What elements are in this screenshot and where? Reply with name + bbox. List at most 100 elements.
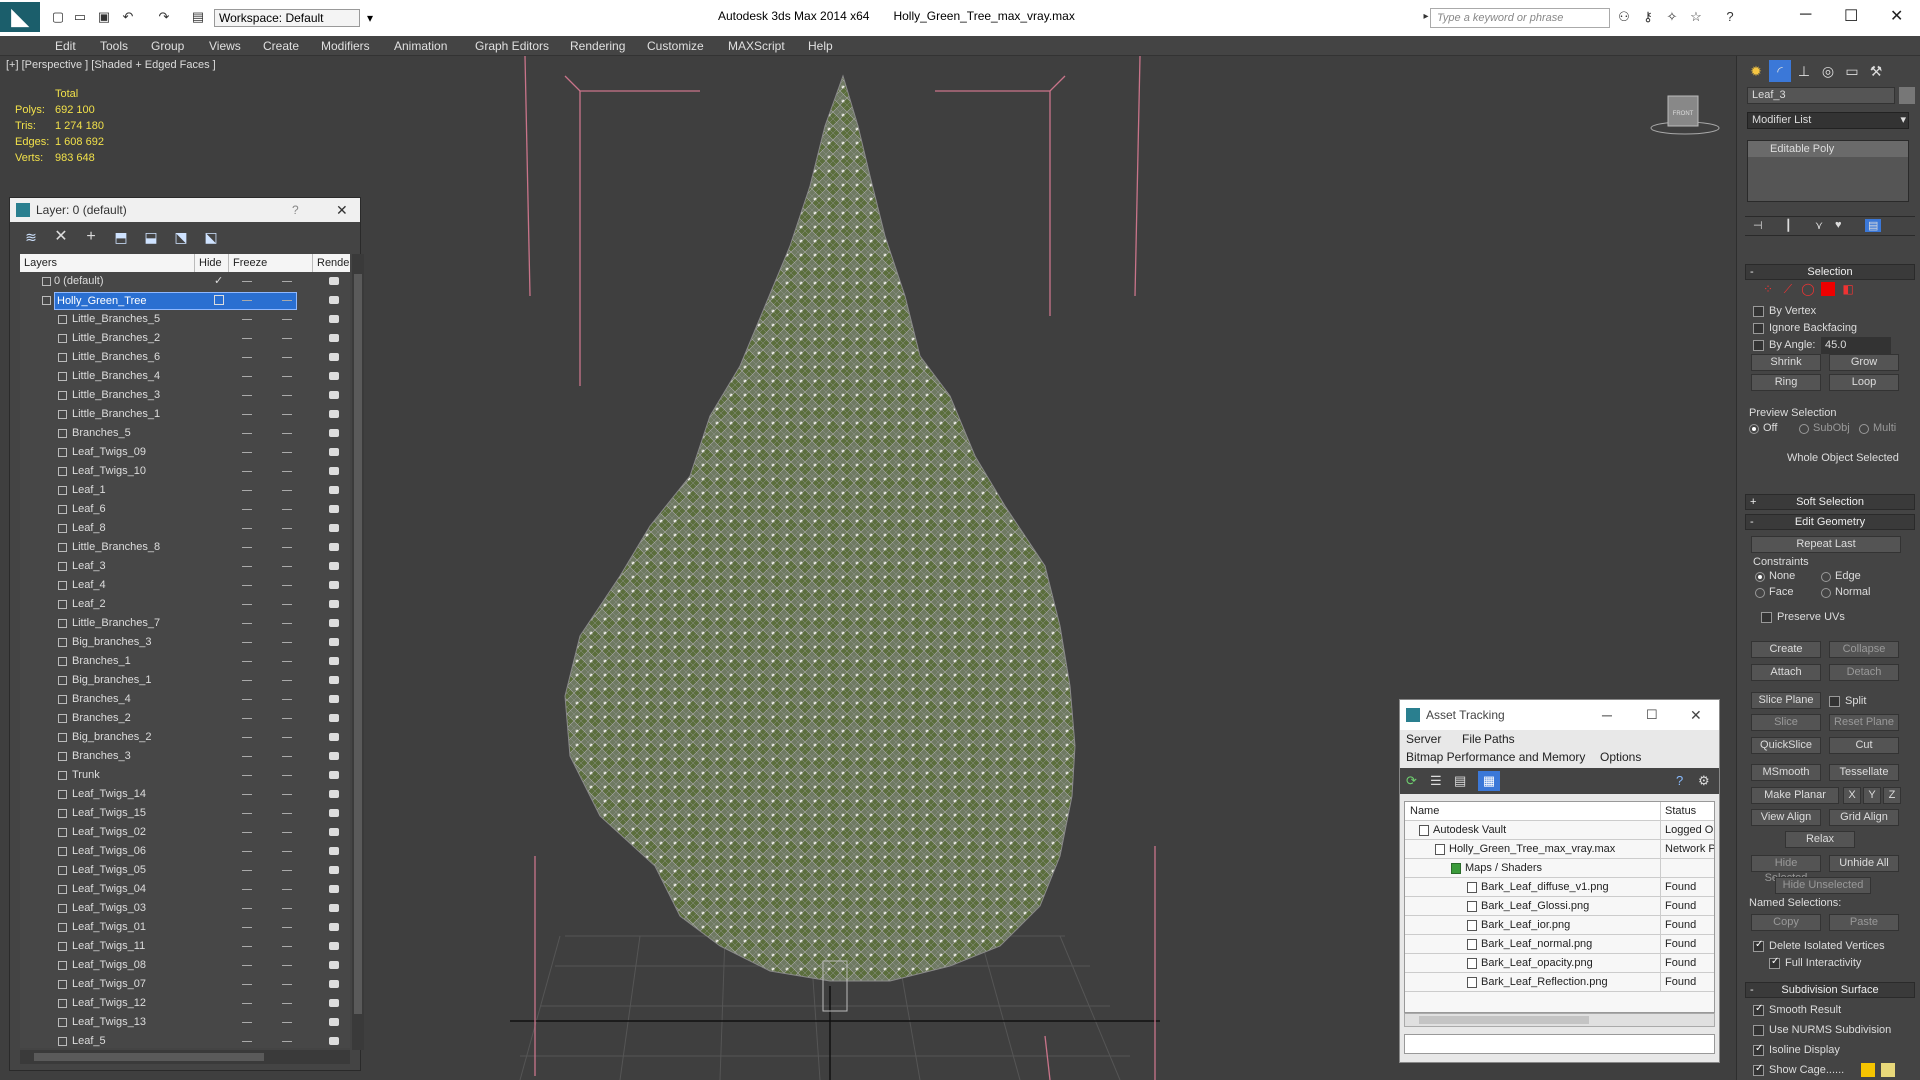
- render-teapot-icon[interactable]: [329, 524, 339, 532]
- asset-path-field[interactable]: [1404, 1034, 1715, 1054]
- render-teapot-icon[interactable]: [329, 315, 339, 323]
- layer-row[interactable]: Little_Branches_1: [20, 405, 350, 424]
- slice-plane-button[interactable]: Slice Plane: [1751, 692, 1821, 709]
- unhide-all-button[interactable]: Unhide All: [1829, 855, 1899, 872]
- binoculars-icon[interactable]: ⚇: [1616, 9, 1632, 25]
- add-selected-icon[interactable]: ⬒: [112, 228, 130, 246]
- freeze-toggle[interactable]: [282, 376, 292, 377]
- edit-geometry-rollout[interactable]: - Edit Geometry: [1745, 514, 1915, 530]
- star-icon[interactable]: ☆: [1688, 9, 1704, 25]
- freeze-toggle[interactable]: [282, 737, 292, 738]
- freeze-toggle[interactable]: [282, 566, 292, 567]
- layer-row[interactable]: Leaf_Twigs_05: [20, 861, 350, 880]
- edge-icon[interactable]: ⟋: [1781, 282, 1795, 296]
- asset-horizontal-scrollbar[interactable]: [1404, 1013, 1715, 1027]
- freeze-toggle[interactable]: [282, 414, 292, 415]
- hide-toggle[interactable]: [242, 395, 252, 396]
- hide-toggle[interactable]: [242, 889, 252, 890]
- layer-row[interactable]: Big_branches_3: [20, 633, 350, 652]
- workspace-dropdown[interactable]: Workspace: Default ▾: [214, 9, 373, 27]
- hide-toggle[interactable]: [242, 623, 252, 624]
- freeze-toggle[interactable]: [282, 718, 292, 719]
- maximize-icon[interactable]: ☐: [1646, 700, 1658, 730]
- freeze-toggle[interactable]: [282, 623, 292, 624]
- hide-toggle[interactable]: [242, 319, 252, 320]
- by-angle-checkbox[interactable]: [1753, 340, 1764, 351]
- grow-button[interactable]: Grow: [1829, 354, 1899, 371]
- layer-row[interactable]: Leaf_8: [20, 519, 350, 538]
- hide-toggle[interactable]: [242, 490, 252, 491]
- delete-layer-icon[interactable]: ✕: [52, 228, 70, 246]
- hide-toggle[interactable]: [242, 680, 252, 681]
- render-teapot-icon[interactable]: [329, 429, 339, 437]
- menu-item-tools[interactable]: Tools: [100, 39, 128, 53]
- constraint-none-radio[interactable]: [1755, 572, 1765, 582]
- render-teapot-icon[interactable]: [329, 1037, 339, 1045]
- layer-row[interactable]: Leaf_5: [20, 1032, 350, 1048]
- menu-item-create[interactable]: Create: [263, 39, 299, 53]
- freeze-toggle[interactable]: [282, 699, 292, 700]
- render-teapot-icon[interactable]: [329, 296, 339, 304]
- pin-stack-icon[interactable]: ⊣: [1753, 219, 1763, 232]
- display-tab-icon[interactable]: ▭: [1841, 60, 1863, 82]
- app-logo-icon[interactable]: ◣: [0, 2, 40, 32]
- freeze-toggle[interactable]: [282, 984, 292, 985]
- hide-all-icon[interactable]: ⬕: [202, 228, 220, 246]
- menu-item-edit[interactable]: Edit: [55, 39, 76, 53]
- subdivision-surface-rollout[interactable]: - Subdivision Surface: [1745, 982, 1915, 998]
- shrink-button[interactable]: Shrink: [1751, 354, 1821, 371]
- render-teapot-icon[interactable]: [329, 923, 339, 931]
- relax-button[interactable]: Relax: [1785, 831, 1855, 848]
- table-view-icon[interactable]: ▦: [1478, 771, 1500, 791]
- layer-row[interactable]: Little_Branches_2: [20, 329, 350, 348]
- hide-unselected-button[interactable]: Hide Unselected: [1775, 877, 1871, 894]
- col-name[interactable]: Name: [1410, 802, 1439, 821]
- freeze-toggle[interactable]: [282, 509, 292, 510]
- freeze-toggle[interactable]: [282, 357, 292, 358]
- planar-x-button[interactable]: X: [1843, 787, 1861, 804]
- hide-toggle[interactable]: [242, 452, 252, 453]
- hide-toggle[interactable]: [242, 585, 252, 586]
- hide-toggle[interactable]: [242, 566, 252, 567]
- freeze-toggle[interactable]: [282, 471, 292, 472]
- detach-button[interactable]: Detach: [1829, 664, 1899, 681]
- menu-item-graph-editors[interactable]: Graph Editors: [475, 39, 549, 53]
- layer-row[interactable]: Leaf_Twigs_03: [20, 899, 350, 918]
- tree-view-icon[interactable]: ▤: [1454, 773, 1466, 789]
- render-teapot-icon[interactable]: [329, 695, 339, 703]
- settings-icon[interactable]: ⚙: [1698, 773, 1710, 789]
- render-teapot-icon[interactable]: [329, 353, 339, 361]
- hide-selected-button[interactable]: Hide Selected: [1751, 855, 1821, 884]
- hide-toggle[interactable]: [242, 642, 252, 643]
- hide-toggle[interactable]: [242, 1022, 252, 1023]
- attach-button[interactable]: Attach: [1751, 664, 1821, 681]
- motion-tab-icon[interactable]: ◎: [1817, 60, 1839, 82]
- isoline-display-checkbox[interactable]: [1753, 1043, 1764, 1056]
- menu-options[interactable]: Options: [1600, 750, 1641, 764]
- layer-row[interactable]: Leaf_4: [20, 576, 350, 595]
- freeze-toggle[interactable]: [282, 965, 292, 966]
- modifier-list-dropdown[interactable]: Modifier List ▾: [1747, 112, 1909, 129]
- render-teapot-icon[interactable]: [329, 714, 339, 722]
- render-teapot-icon[interactable]: [329, 904, 339, 912]
- grid-align-button[interactable]: Grid Align: [1829, 809, 1899, 826]
- view-align-button[interactable]: View Align: [1751, 809, 1821, 826]
- hide-toggle[interactable]: [242, 471, 252, 472]
- render-teapot-icon[interactable]: [329, 733, 339, 741]
- render-teapot-icon[interactable]: [329, 543, 339, 551]
- add-layer-icon[interactable]: +: [82, 228, 100, 246]
- asset-row[interactable]: Autodesk Vault Logged Ou: [1405, 821, 1714, 840]
- help-icon[interactable]: ?: [1676, 773, 1683, 788]
- hide-toggle[interactable]: [242, 281, 252, 282]
- hide-toggle[interactable]: [242, 756, 252, 757]
- asset-row[interactable]: Bark_Leaf_diffuse_v1.png Found: [1405, 878, 1714, 897]
- object-color-swatch[interactable]: [1899, 87, 1915, 104]
- layer-row[interactable]: 0 (default) ✓: [20, 272, 350, 291]
- menu-paths[interactable]: Paths: [1484, 732, 1515, 746]
- hide-toggle[interactable]: [242, 509, 252, 510]
- tools-icon[interactable]: ✧: [1664, 9, 1680, 25]
- freeze-toggle[interactable]: [282, 661, 292, 662]
- hide-toggle[interactable]: [242, 661, 252, 662]
- hide-toggle[interactable]: [242, 338, 252, 339]
- col-layers[interactable]: Layers: [24, 254, 57, 272]
